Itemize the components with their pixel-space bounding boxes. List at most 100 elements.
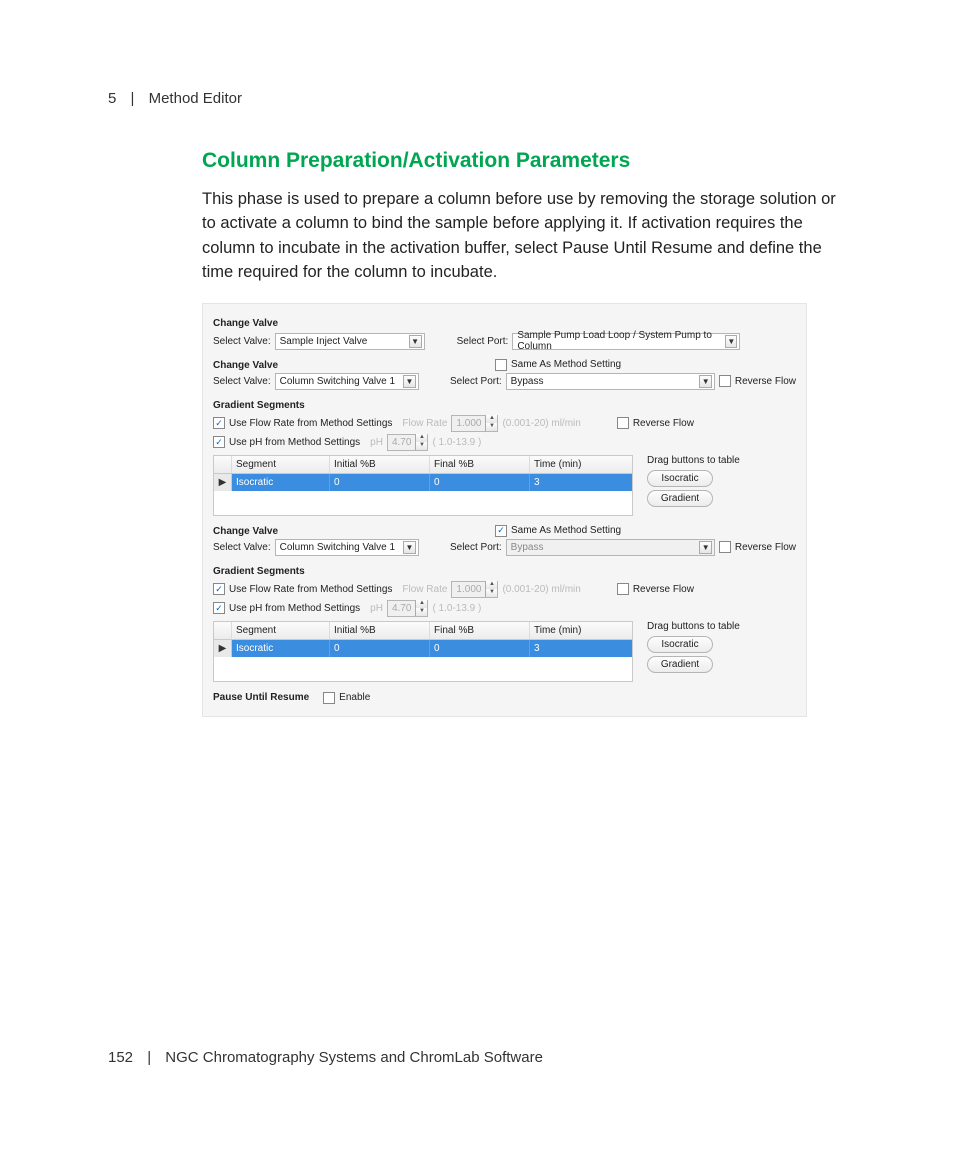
flow-rate-2-value: 1.000 — [452, 584, 485, 595]
separator: | — [131, 90, 135, 107]
table-header: Segment Initial %B Final %B Time (min) — [214, 622, 632, 640]
cell-initial-b: 0 — [330, 474, 430, 491]
flow-rate-1-label: Flow Rate — [402, 418, 447, 429]
col-initial-b: Initial %B — [330, 456, 430, 473]
reverse-flow-g1-checkbox[interactable] — [617, 417, 629, 429]
pause-enable-label: Enable — [339, 692, 370, 703]
col-segment: Segment — [232, 622, 330, 639]
chevron-down-icon: ▼ — [403, 375, 416, 388]
ph-2-label: pH — [370, 603, 383, 614]
ph-1-label: pH — [370, 437, 383, 448]
use-flow-1-label: Use Flow Rate from Method Settings — [229, 418, 392, 429]
col-time: Time (min) — [530, 456, 632, 473]
same-as-method-3-checkbox[interactable]: ✓ — [495, 525, 507, 537]
cell-final-b: 0 — [430, 474, 530, 491]
table-row[interactable]: ▶ Isocratic 0 0 3 — [214, 474, 632, 491]
select-port-3-combo: Bypass ▼ — [506, 539, 716, 556]
flow-rate-2-spinner: 1.000 ▲▼ — [451, 581, 498, 598]
flow-rate-1-value: 1.000 — [452, 418, 485, 429]
reverse-flow-2-label: Reverse Flow — [735, 376, 796, 387]
select-port-1-label: Select Port: — [457, 336, 509, 347]
same-as-method-2-checkbox[interactable] — [495, 359, 507, 371]
reverse-flow-g2-label: Reverse Flow — [633, 584, 694, 595]
select-valve-1-label: Select Valve: — [213, 336, 271, 347]
gradient-2-table[interactable]: Segment Initial %B Final %B Time (min) ▶… — [213, 621, 633, 682]
footer-text: NGC Chromatography Systems and ChromLab … — [165, 1049, 543, 1066]
table-header: Segment Initial %B Final %B Time (min) — [214, 456, 632, 474]
page-number: 152 — [108, 1049, 133, 1066]
flow-rate-2-label: Flow Rate — [402, 584, 447, 595]
reverse-flow-g1-label: Reverse Flow — [633, 418, 694, 429]
row-indicator-icon: ▶ — [214, 640, 232, 657]
page-footer: 152 | NGC Chromatography Systems and Chr… — [108, 1049, 543, 1066]
chevron-down-icon: ▼ — [403, 541, 416, 554]
select-port-2-combo[interactable]: Bypass ▼ — [506, 373, 716, 390]
cell-segment: Isocratic — [232, 640, 330, 657]
reverse-flow-3-label: Reverse Flow — [735, 542, 796, 553]
chapter-number: 5 — [108, 90, 116, 107]
flow-rate-1-spinner: 1.000 ▲▼ — [451, 415, 498, 432]
select-port-2-label: Select Port: — [450, 376, 502, 387]
section-title: Column Preparation/Activation Parameters — [202, 149, 846, 173]
select-port-3-label: Select Port: — [450, 542, 502, 553]
gradient-1-title: Gradient Segments — [213, 400, 796, 411]
gradient-2-button[interactable]: Gradient — [647, 656, 713, 673]
cell-time: 3 — [530, 640, 632, 657]
ph-1-value: 4.70 — [388, 437, 415, 448]
reverse-flow-2-checkbox[interactable] — [719, 375, 731, 387]
change-valve-1-title: Change Valve — [213, 318, 796, 329]
running-header: 5 | Method Editor — [108, 90, 846, 107]
col-segment: Segment — [232, 456, 330, 473]
use-ph-1-checkbox[interactable]: ✓ — [213, 436, 225, 448]
same-as-method-3-label: Same As Method Setting — [511, 525, 621, 536]
cell-segment: Isocratic — [232, 474, 330, 491]
select-port-1-combo[interactable]: Sample Pump Load Loop / System Pump to C… — [512, 333, 740, 350]
use-flow-1-checkbox[interactable]: ✓ — [213, 417, 225, 429]
pause-enable-checkbox[interactable] — [323, 692, 335, 704]
drag-hint-1: Drag buttons to table — [647, 455, 727, 466]
gradient-1-button[interactable]: Gradient — [647, 490, 713, 507]
select-valve-3-combo[interactable]: Column Switching Valve 1 ▼ — [275, 539, 419, 556]
cell-time: 3 — [530, 474, 632, 491]
col-final-b: Final %B — [430, 456, 530, 473]
chevron-down-icon: ▼ — [725, 335, 737, 348]
cell-initial-b: 0 — [330, 640, 430, 657]
separator: | — [147, 1049, 151, 1066]
reverse-flow-3-checkbox[interactable] — [719, 541, 731, 553]
select-valve-1-combo[interactable]: Sample Inject Valve ▼ — [275, 333, 425, 350]
reverse-flow-g2-checkbox[interactable] — [617, 583, 629, 595]
ph-2-value: 4.70 — [388, 603, 415, 614]
select-port-3-value: Bypass — [511, 542, 544, 553]
select-port-2-value: Bypass — [511, 376, 544, 387]
select-valve-2-label: Select Valve: — [213, 376, 271, 387]
isocratic-2-button[interactable]: Isocratic — [647, 636, 713, 653]
pause-until-resume-title: Pause Until Resume — [213, 692, 309, 703]
chapter-title: Method Editor — [149, 90, 242, 107]
gradient-2-title: Gradient Segments — [213, 566, 796, 577]
use-ph-1-label: Use pH from Method Settings — [229, 437, 360, 448]
flow-rate-1-unit: (0.001-20) ml/min — [502, 418, 580, 429]
use-ph-2-label: Use pH from Method Settings — [229, 603, 360, 614]
select-valve-2-value: Column Switching Valve 1 — [280, 376, 395, 387]
select-valve-2-combo[interactable]: Column Switching Valve 1 ▼ — [275, 373, 419, 390]
isocratic-1-button[interactable]: Isocratic — [647, 470, 713, 487]
chevron-down-icon: ▼ — [699, 541, 712, 554]
use-flow-2-label: Use Flow Rate from Method Settings — [229, 584, 392, 595]
ph-2-spinner: 4.70 ▲▼ — [387, 600, 428, 617]
gradient-1-table[interactable]: Segment Initial %B Final %B Time (min) ▶… — [213, 455, 633, 516]
ph-1-spinner: 4.70 ▲▼ — [387, 434, 428, 451]
col-initial-b: Initial %B — [330, 622, 430, 639]
dialog-screenshot: Change Valve Select Valve: Sample Inject… — [202, 303, 807, 717]
use-ph-2-checkbox[interactable]: ✓ — [213, 602, 225, 614]
ph-2-range: ( 1.0-13.9 ) — [432, 603, 481, 614]
use-flow-2-checkbox[interactable]: ✓ — [213, 583, 225, 595]
drag-hint-2: Drag buttons to table — [647, 621, 727, 632]
select-port-1-value: Sample Pump Load Loop / System Pump to C… — [517, 330, 725, 352]
cell-final-b: 0 — [430, 640, 530, 657]
select-valve-3-label: Select Valve: — [213, 542, 271, 553]
ph-1-range: ( 1.0-13.9 ) — [432, 437, 481, 448]
table-row[interactable]: ▶ Isocratic 0 0 3 — [214, 640, 632, 657]
select-valve-1-value: Sample Inject Valve — [280, 336, 368, 347]
same-as-method-2-label: Same As Method Setting — [511, 359, 621, 370]
chevron-down-icon: ▼ — [699, 375, 712, 388]
